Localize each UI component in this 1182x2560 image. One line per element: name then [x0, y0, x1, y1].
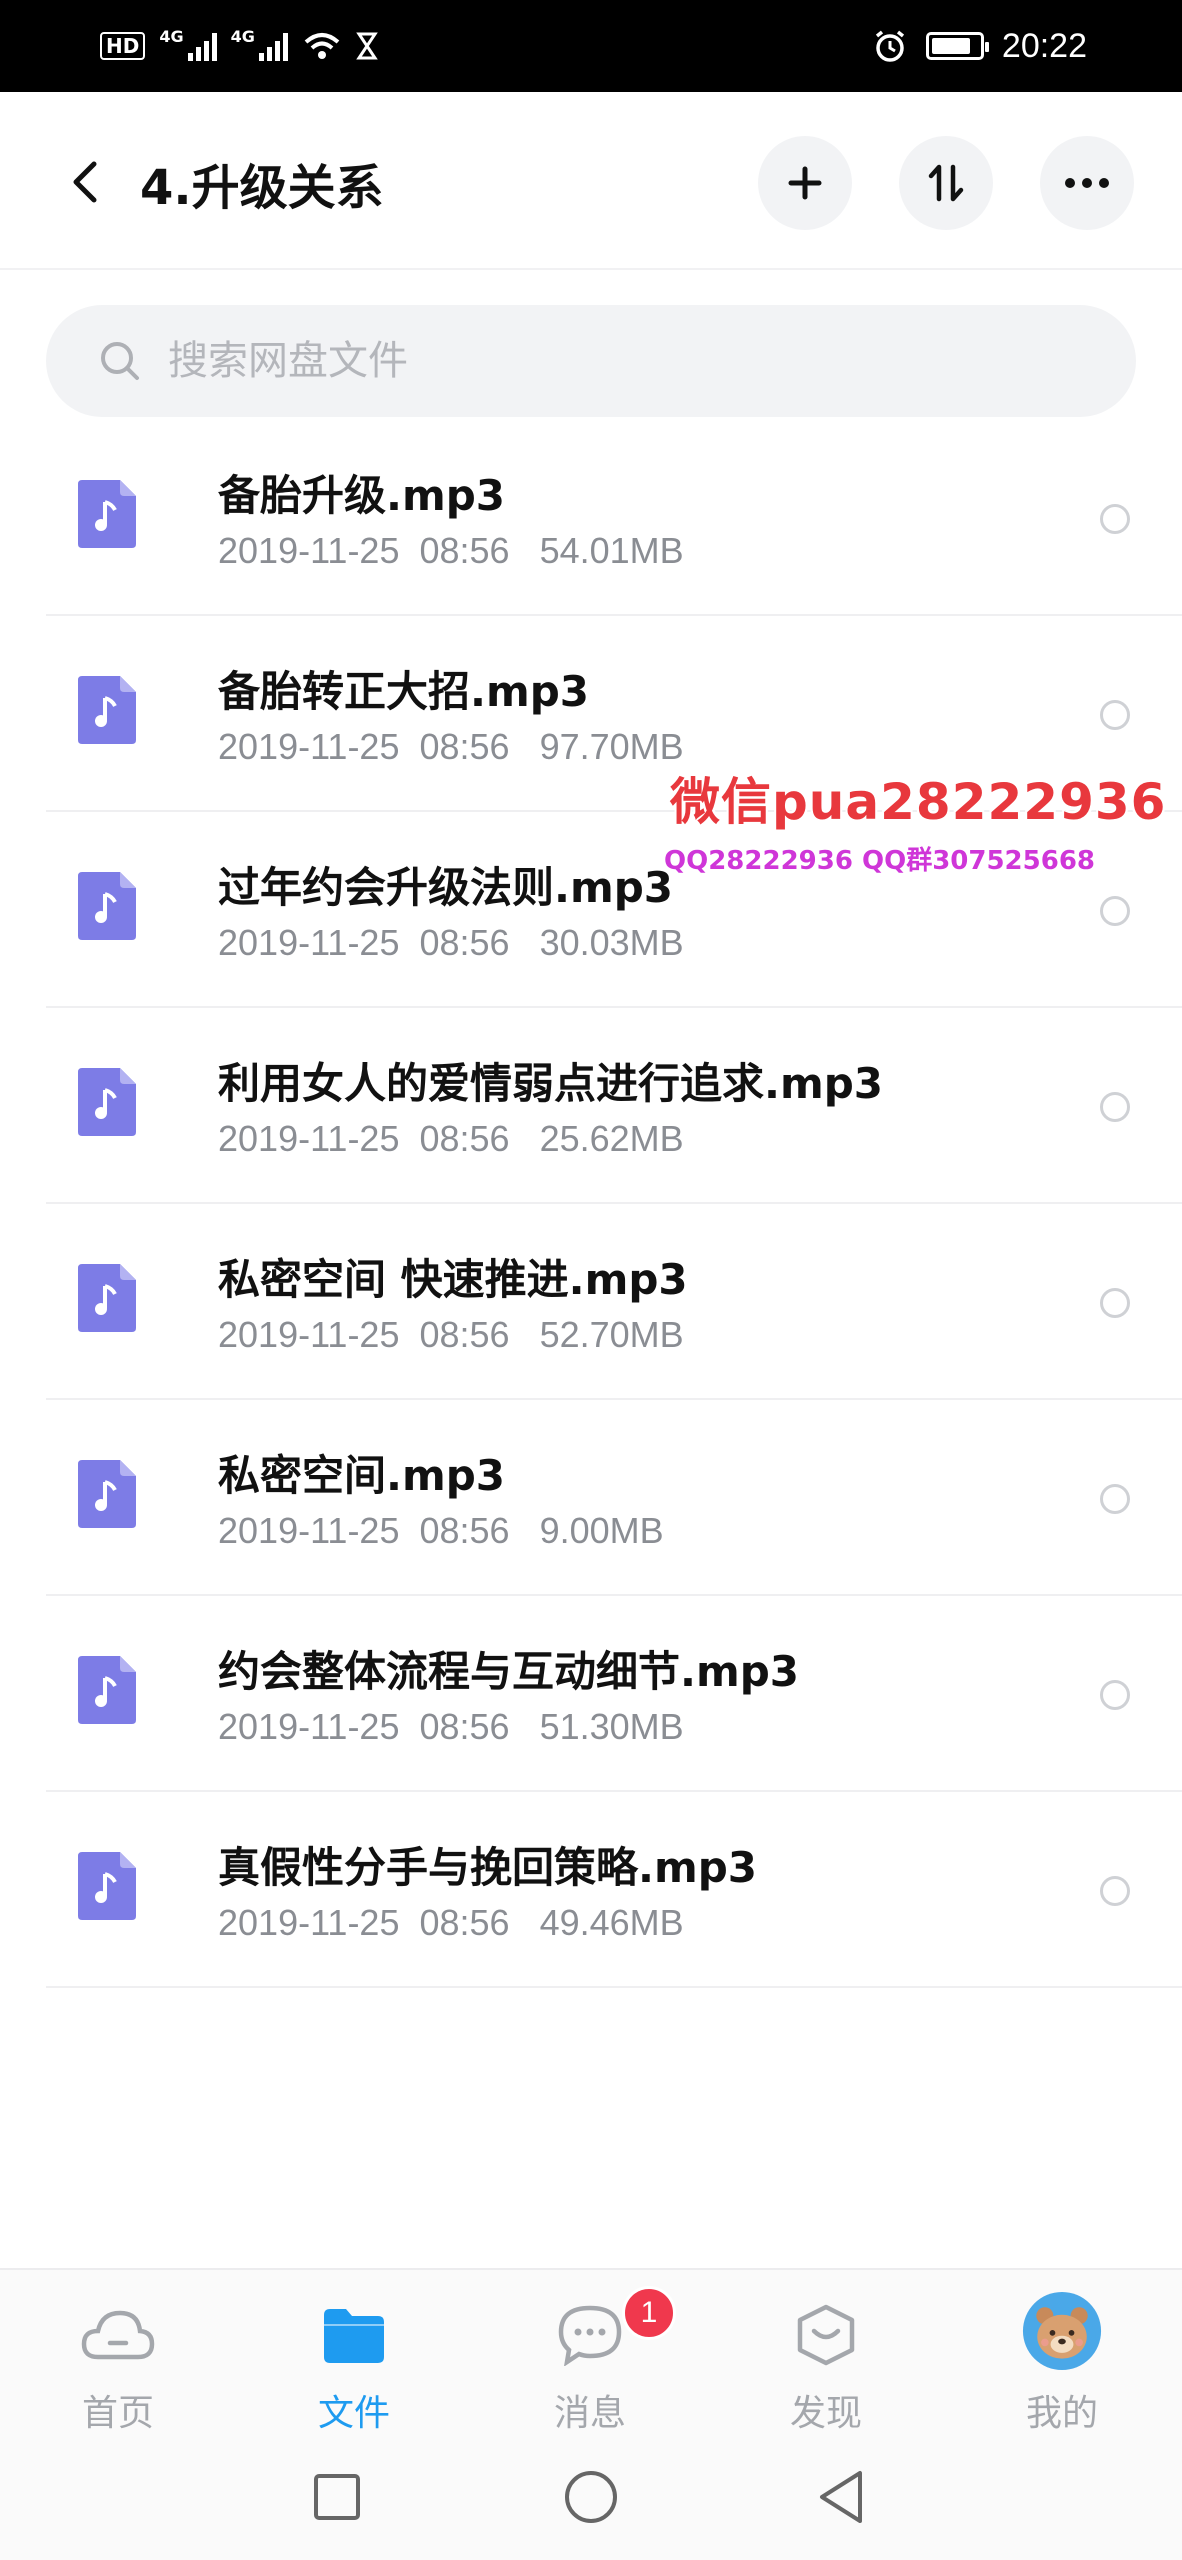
select-checkbox[interactable] — [1100, 1092, 1130, 1122]
file-name: 约会整体流程与互动细节.mp3 — [218, 1647, 800, 1696]
cloud-icon — [78, 2300, 158, 2370]
tab-files-label: 文件 — [317, 2393, 390, 2434]
triangle-back-icon — [820, 2471, 862, 2523]
tab-messages-label: 消息 — [553, 2393, 626, 2434]
watermark-line-2: QQ28222936 QQ群307525668 — [664, 846, 1096, 876]
tab-discover-label: 发现 — [789, 2393, 862, 2434]
tab-home-label: 首页 — [81, 2393, 154, 2434]
sort-button[interactable] — [899, 136, 993, 230]
file-name: 私密空间.mp3 — [218, 1451, 506, 1500]
signal-icon — [187, 31, 217, 61]
music-file-icon — [78, 1460, 136, 1528]
more-button[interactable] — [1040, 136, 1134, 230]
file-meta: 2019-11-25 08:56 54.01MB — [218, 530, 684, 571]
file-name: 真假性分手与挽回策略.mp3 — [218, 1843, 758, 1892]
unread-badge: 1 — [622, 2286, 676, 2340]
music-file-icon — [78, 1656, 136, 1724]
music-file-icon — [78, 1264, 136, 1332]
back-nav-button[interactable] — [806, 2462, 876, 2532]
music-file-icon — [78, 872, 136, 940]
alarm-icon — [875, 30, 904, 62]
status-left: HD 4G 4G — [100, 22, 378, 70]
signal-icon-2 — [258, 31, 288, 61]
file-name: 备胎升级.mp3 — [218, 471, 506, 520]
search-icon — [96, 337, 144, 385]
square-icon — [314, 2474, 360, 2520]
file-row[interactable]: 备胎升级.mp3 2019-11-25 08:56 54.01MB — [0, 420, 1182, 616]
tab-messages[interactable]: 1 消息 — [472, 2270, 708, 2434]
file-meta: 2019-11-25 08:56 9.00MB — [218, 1510, 664, 1551]
status-bar: HD 4G 4G 20:22 — [0, 0, 1182, 92]
page-title: 4.升级关系 — [140, 160, 384, 216]
file-name: 私密空间 快速推进.mp3 — [218, 1255, 688, 1304]
file-name: 利用女人的爱情弱点进行追求.mp3 — [218, 1059, 884, 1108]
music-file-icon — [78, 480, 136, 548]
file-meta: 2019-11-25 08:56 49.46MB — [218, 1902, 684, 1943]
row-divider — [46, 1986, 1182, 1988]
recent-apps-button[interactable] — [302, 2462, 372, 2532]
file-meta: 2019-11-25 08:56 97.70MB — [218, 726, 684, 767]
hd-indicator: HD — [100, 32, 146, 60]
music-file-icon — [78, 676, 136, 744]
home-button[interactable] — [556, 2462, 626, 2532]
file-name: 备胎转正大招.mp3 — [218, 667, 590, 716]
sort-icon — [928, 164, 964, 202]
file-meta: 2019-11-25 08:56 52.70MB — [218, 1314, 684, 1355]
chat-bubble-icon — [550, 2300, 630, 2370]
network-type-1: 4G — [159, 26, 184, 46]
select-checkbox[interactable] — [1100, 1484, 1130, 1514]
music-file-icon — [78, 1068, 136, 1136]
select-checkbox[interactable] — [1100, 1876, 1130, 1906]
select-checkbox[interactable] — [1100, 1680, 1130, 1710]
file-row[interactable]: 真假性分手与挽回策略.mp3 2019-11-25 08:56 49.46MB — [0, 1792, 1182, 1988]
tab-files[interactable]: 文件 — [236, 2270, 472, 2434]
tab-discover[interactable]: 发现 — [708, 2270, 944, 2434]
status-time: 20:22 — [1001, 26, 1087, 65]
avatar — [1022, 2291, 1102, 2371]
file-row[interactable]: 私密空间 快速推进.mp3 2019-11-25 08:56 52.70MB — [0, 1204, 1182, 1400]
add-button[interactable] — [758, 136, 852, 230]
network-type-2: 4G — [230, 26, 255, 46]
hourglass-icon — [356, 32, 378, 60]
back-button[interactable] — [50, 142, 120, 222]
chevron-left-icon — [73, 161, 97, 203]
file-meta: 2019-11-25 08:56 30.03MB — [218, 922, 684, 963]
file-name: 过年约会升级法则.mp3 — [218, 863, 674, 912]
select-checkbox[interactable] — [1100, 896, 1130, 926]
bottom-tab-bar: 首页 文件 1 消息 发现 我的 — [0, 2268, 1182, 2434]
folder-icon — [314, 2300, 394, 2370]
status-right: 20:22 — [872, 22, 1087, 70]
file-row[interactable]: 约会整体流程与互动细节.mp3 2019-11-25 08:56 51.30MB — [0, 1596, 1182, 1792]
app-header: 4.升级关系 — [0, 92, 1182, 270]
plus-icon — [788, 166, 822, 200]
file-meta: 2019-11-25 08:56 51.30MB — [218, 1706, 684, 1747]
search-input[interactable] — [168, 338, 1068, 384]
battery-icon — [925, 32, 989, 60]
select-checkbox[interactable] — [1100, 1288, 1130, 1318]
file-row[interactable]: 私密空间.mp3 2019-11-25 08:56 9.00MB — [0, 1400, 1182, 1596]
music-file-icon — [78, 1852, 136, 1920]
file-meta: 2019-11-25 08:56 25.62MB — [218, 1118, 684, 1159]
wifi-icon — [304, 33, 340, 59]
search-bar[interactable] — [46, 305, 1136, 417]
tab-me-label: 我的 — [1025, 2393, 1098, 2434]
tab-home[interactable]: 首页 — [0, 2270, 236, 2434]
more-dots-icon — [1065, 178, 1109, 188]
system-nav-bar — [0, 2432, 1182, 2560]
tab-me[interactable]: 我的 — [944, 2270, 1180, 2434]
watermark-line-1: 微信pua28222936 — [670, 773, 1167, 831]
select-checkbox[interactable] — [1100, 504, 1130, 534]
circle-icon — [565, 2471, 617, 2523]
select-checkbox[interactable] — [1100, 700, 1130, 730]
discover-icon — [786, 2300, 866, 2370]
file-row[interactable]: 利用女人的爱情弱点进行追求.mp3 2019-11-25 08:56 25.62… — [0, 1008, 1182, 1204]
